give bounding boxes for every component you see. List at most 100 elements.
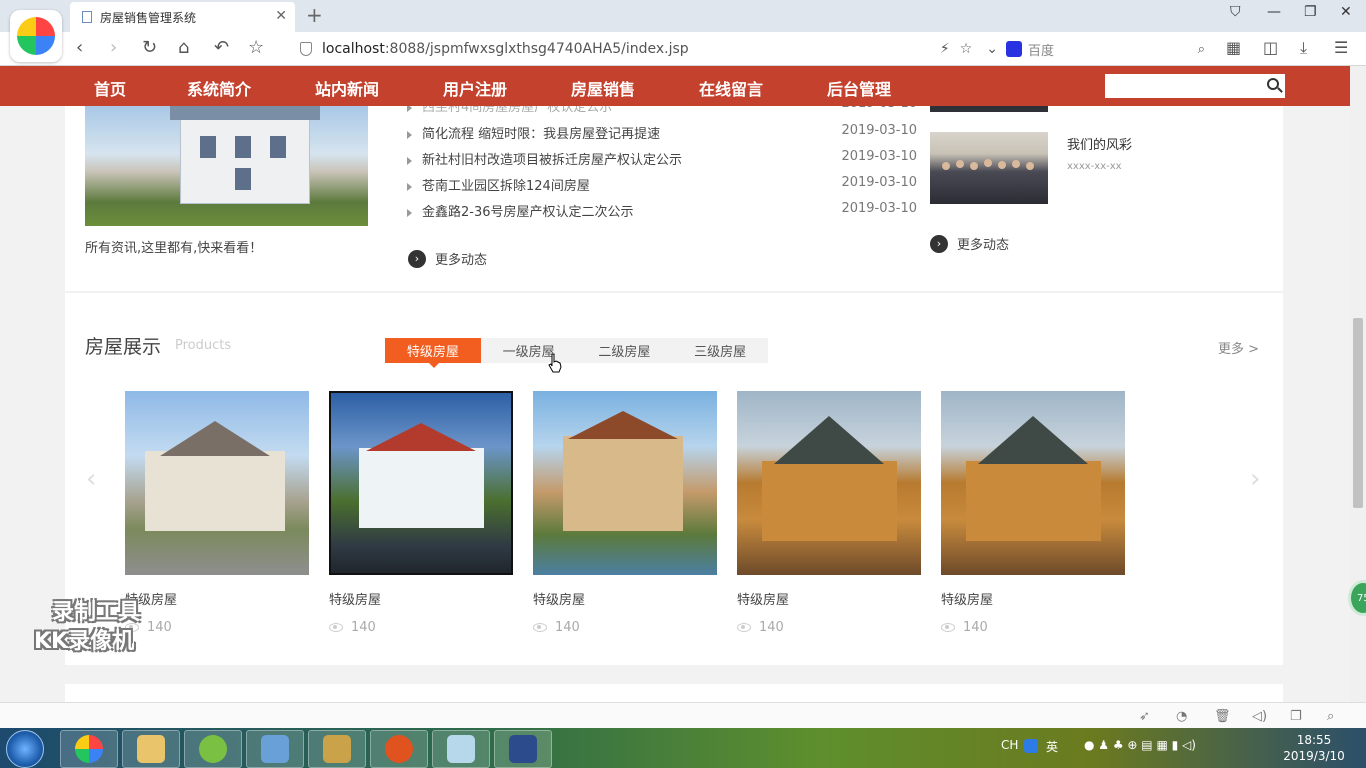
product-title[interactable]: 特级房屋 bbox=[737, 589, 921, 608]
chevron-down-icon[interactable]: ⌄ bbox=[986, 41, 998, 57]
product-title[interactable]: 特级房屋 bbox=[941, 589, 1125, 608]
language-indicator[interactable]: CH bbox=[1001, 738, 1018, 752]
news-item[interactable]: 金鑫路2-36号房屋产权认定二次公示 2019-03-10 bbox=[407, 201, 917, 220]
taskbar-explorer[interactable] bbox=[122, 730, 180, 768]
news-item[interactable]: 苍南工业园区拆除124间房屋 2019-03-10 bbox=[407, 175, 917, 194]
news-more-button[interactable]: › 更多动态 bbox=[408, 249, 487, 268]
house-shape bbox=[359, 448, 484, 528]
main-nav: 首页 系统简介 站内新闻 用户注册 房屋销售 在线留言 后台管理 bbox=[0, 66, 1350, 106]
nav-item-home[interactable]: 首页 bbox=[94, 76, 126, 100]
tab-first-class[interactable]: 一级房屋 bbox=[481, 338, 577, 363]
minimize-icon[interactable]: — bbox=[1267, 4, 1281, 20]
product-card[interactable]: 特级房屋 140 bbox=[125, 391, 309, 635]
view-count: 140 bbox=[963, 620, 988, 635]
style-title[interactable]: 我们的风彩 bbox=[1067, 134, 1132, 153]
taskbar-browser[interactable] bbox=[60, 730, 118, 768]
new-tab-icon[interactable]: + bbox=[306, 3, 323, 27]
zoom-icon[interactable]: ⌕ bbox=[1327, 709, 1334, 724]
refresh-icon[interactable]: ↻ bbox=[142, 37, 157, 58]
rocket-icon[interactable]: ➶ bbox=[1139, 709, 1150, 724]
taskbar-notepad[interactable] bbox=[432, 730, 490, 768]
apps-icon[interactable]: ▦ bbox=[1226, 38, 1241, 57]
product-title[interactable]: 特级房屋 bbox=[125, 589, 309, 608]
nav-item-sales[interactable]: 房屋销售 bbox=[571, 76, 635, 100]
product-card[interactable]: 特级房屋 140 bbox=[533, 391, 717, 635]
product-title[interactable]: 特级房屋 bbox=[533, 589, 717, 608]
volume-icon[interactable]: ◁) bbox=[1252, 709, 1267, 724]
style-more-button[interactable]: › 更多动态 bbox=[930, 234, 1009, 253]
product-photo[interactable] bbox=[329, 391, 513, 575]
shirt-icon[interactable]: ⛉ bbox=[1230, 4, 1241, 20]
search-icon[interactable] bbox=[1267, 78, 1279, 90]
trash-icon[interactable]: 🗑 bbox=[1214, 709, 1231, 724]
restore-icon[interactable]: ❐ bbox=[1304, 4, 1317, 20]
person-shape bbox=[942, 162, 950, 170]
bookmark-star-icon[interactable]: ☆ bbox=[248, 37, 264, 58]
window-icon[interactable]: ❐ bbox=[1290, 709, 1302, 724]
taskbar-tools[interactable] bbox=[308, 730, 366, 768]
browser-status-bar: ➶ ◔ 🗑 ◁) ❐ ⌕ bbox=[0, 702, 1366, 728]
site-search-input[interactable] bbox=[1105, 74, 1285, 98]
product-photo[interactable] bbox=[737, 391, 921, 575]
browser-tab-title: 房屋销售管理系统 bbox=[100, 10, 197, 25]
taskbar-app[interactable] bbox=[184, 730, 242, 768]
watermark-line1: 录制工具 bbox=[52, 600, 141, 625]
tab-premium[interactable]: 特级房屋 bbox=[385, 338, 481, 368]
search-engine-box[interactable]: 百度 ⌕ bbox=[1006, 36, 1211, 62]
taskbar-recorder[interactable] bbox=[370, 730, 428, 768]
product-photo[interactable] bbox=[941, 391, 1125, 575]
carousel-next-icon[interactable]: › bbox=[1250, 464, 1260, 494]
nav-item-news[interactable]: 站内新闻 bbox=[315, 76, 379, 100]
home-icon[interactable]: ⌂ bbox=[178, 37, 189, 58]
url-field[interactable]: localhost :8088/jspmfwxsglxthsg4740AHA5/… bbox=[288, 36, 998, 62]
news-title: 新社村旧村改造项目被拆迁房屋产权认定公示 bbox=[422, 153, 683, 168]
nav-item-about[interactable]: 系统简介 bbox=[187, 76, 251, 100]
carousel-prev-icon[interactable]: ‹ bbox=[86, 464, 96, 494]
product-photo[interactable] bbox=[125, 391, 309, 575]
product-card[interactable]: 特级房屋 140 bbox=[737, 391, 921, 635]
taskbar-app[interactable] bbox=[494, 730, 552, 768]
nav-item-admin[interactable]: 后台管理 bbox=[827, 76, 891, 100]
ime-indicator[interactable]: 英 bbox=[1046, 738, 1058, 755]
tab-close-icon[interactable]: ✕ bbox=[275, 8, 287, 24]
nav-item-register[interactable]: 用户注册 bbox=[443, 76, 507, 100]
lightning-icon[interactable]: ⚡ bbox=[940, 41, 950, 57]
person-shape bbox=[956, 160, 964, 168]
product-card[interactable]: 特级房屋 140 bbox=[941, 391, 1125, 635]
tab-second-class[interactable]: 二级房屋 bbox=[577, 338, 673, 363]
download-icon[interactable]: ⤓ bbox=[1300, 38, 1307, 58]
undo-close-icon[interactable]: ↶ bbox=[214, 37, 229, 58]
scrollbar-thumb[interactable] bbox=[1353, 318, 1363, 508]
system-clock[interactable]: 18:55 2019/3/10 bbox=[1281, 732, 1347, 764]
product-card[interactable]: 特级房屋 140 bbox=[329, 391, 513, 635]
forward-icon[interactable]: › bbox=[110, 37, 117, 58]
news-item[interactable]: 简化流程 缩短时限：我县房屋登记再提速 2019-03-10 bbox=[407, 123, 917, 142]
search-app-icon[interactable] bbox=[1024, 739, 1038, 753]
back-icon[interactable]: ‹ bbox=[76, 37, 83, 58]
browser-logo[interactable] bbox=[10, 10, 62, 62]
products-more-link[interactable]: 更多 > bbox=[1218, 338, 1259, 357]
recorder-icon bbox=[385, 735, 413, 763]
tray-icons[interactable]: ● ♟ ♣ ⊕ ▤ ▦ ▮ ◁) bbox=[1084, 738, 1196, 752]
product-title[interactable]: 特级房屋 bbox=[329, 589, 513, 608]
tab-third-class[interactable]: 三级房屋 bbox=[672, 338, 768, 363]
nav-item-messages[interactable]: 在线留言 bbox=[699, 76, 763, 100]
url-host: localhost bbox=[322, 41, 385, 57]
tools-icon bbox=[323, 735, 351, 763]
browser-tab[interactable]: 房屋销售管理系统 ✕ bbox=[70, 2, 295, 32]
shopping-icon[interactable]: ◫ bbox=[1263, 38, 1278, 57]
news-item[interactable]: 新社村旧村改造项目被拆迁房屋产权认定公示 2019-03-10 bbox=[407, 149, 917, 168]
team-photo[interactable] bbox=[930, 132, 1048, 204]
speed-icon[interactable]: ◔ bbox=[1176, 709, 1187, 724]
house-shape bbox=[966, 461, 1101, 541]
search-icon[interactable]: ⌕ bbox=[1198, 42, 1205, 57]
product-views: 140 bbox=[737, 620, 921, 635]
start-button[interactable] bbox=[6, 730, 44, 768]
product-photo[interactable] bbox=[533, 391, 717, 575]
menu-icon[interactable]: ☰ bbox=[1334, 38, 1348, 57]
close-window-icon[interactable]: ✕ bbox=[1340, 4, 1352, 20]
favorite-star-icon[interactable]: ☆ bbox=[960, 41, 973, 57]
notepad-icon bbox=[447, 735, 475, 763]
chevron-right-icon: › bbox=[930, 234, 948, 253]
taskbar-app[interactable] bbox=[246, 730, 304, 768]
